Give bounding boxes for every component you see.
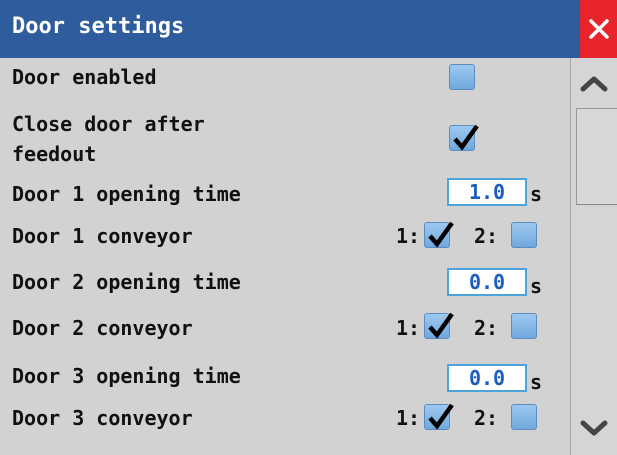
window-title: Door settings bbox=[12, 14, 185, 39]
door3-conveyor-option2-checkbox[interactable] bbox=[511, 404, 537, 430]
close-after-feedout-checkbox[interactable] bbox=[449, 124, 479, 151]
door2-conveyor-option1-label: 1: bbox=[396, 316, 421, 340]
door1-opening-time-unit: s bbox=[530, 182, 543, 206]
door2-conveyor-label: Door 2 conveyor bbox=[12, 316, 193, 340]
door1-conveyor-label: Door 1 conveyor bbox=[12, 224, 193, 248]
door1-conveyor-option1-checkbox[interactable] bbox=[424, 221, 454, 248]
close-icon bbox=[588, 19, 609, 39]
door2-opening-time-unit: s bbox=[530, 274, 543, 298]
door1-conveyor-option2-checkbox[interactable] bbox=[511, 222, 537, 248]
close-after-feedout-label-line1: Close door after bbox=[12, 112, 205, 136]
door3-conveyor-option2-label: 2: bbox=[474, 406, 499, 430]
chevron-up-icon bbox=[580, 76, 608, 92]
checkmark-icon bbox=[428, 312, 454, 339]
door2-conveyor-option1-checkbox[interactable] bbox=[424, 312, 454, 339]
door3-opening-time-input[interactable]: 0.0 bbox=[447, 364, 527, 392]
scroll-thumb[interactable] bbox=[576, 108, 617, 205]
door1-conveyor-option1-label: 1: bbox=[396, 224, 421, 248]
checkmark-icon bbox=[428, 221, 454, 248]
door3-opening-time-unit: s bbox=[530, 370, 543, 394]
door3-conveyor-option1-checkbox[interactable] bbox=[424, 403, 454, 430]
door-enabled-label: Door enabled bbox=[12, 65, 157, 89]
door-enabled-checkbox[interactable] bbox=[449, 64, 475, 90]
vertical-scrollbar[interactable] bbox=[570, 58, 617, 455]
door1-conveyor-option2-label: 2: bbox=[474, 224, 499, 248]
close-button[interactable] bbox=[580, 0, 617, 58]
scroll-up-button[interactable] bbox=[571, 63, 617, 103]
door3-conveyor-label: Door 3 conveyor bbox=[12, 406, 193, 430]
door3-conveyor-option1-label: 1: bbox=[396, 406, 421, 430]
title-bar: Door settings bbox=[0, 0, 617, 58]
close-after-feedout-label-line2: feedout bbox=[12, 142, 97, 166]
door2-opening-time-input[interactable]: 0.0 bbox=[447, 268, 527, 296]
door3-opening-time-label: Door 3 opening time bbox=[12, 364, 241, 388]
scroll-down-button[interactable] bbox=[571, 408, 617, 448]
door2-conveyor-option2-checkbox[interactable] bbox=[511, 313, 537, 339]
door2-conveyor-option2-label: 2: bbox=[474, 316, 499, 340]
door2-opening-time-label: Door 2 opening time bbox=[12, 270, 241, 294]
door1-opening-time-label: Door 1 opening time bbox=[12, 182, 241, 206]
checkmark-icon bbox=[428, 403, 454, 430]
checkmark-icon bbox=[453, 124, 479, 151]
door1-opening-time-input[interactable]: 1.0 bbox=[447, 178, 527, 206]
chevron-down-icon bbox=[580, 420, 608, 436]
